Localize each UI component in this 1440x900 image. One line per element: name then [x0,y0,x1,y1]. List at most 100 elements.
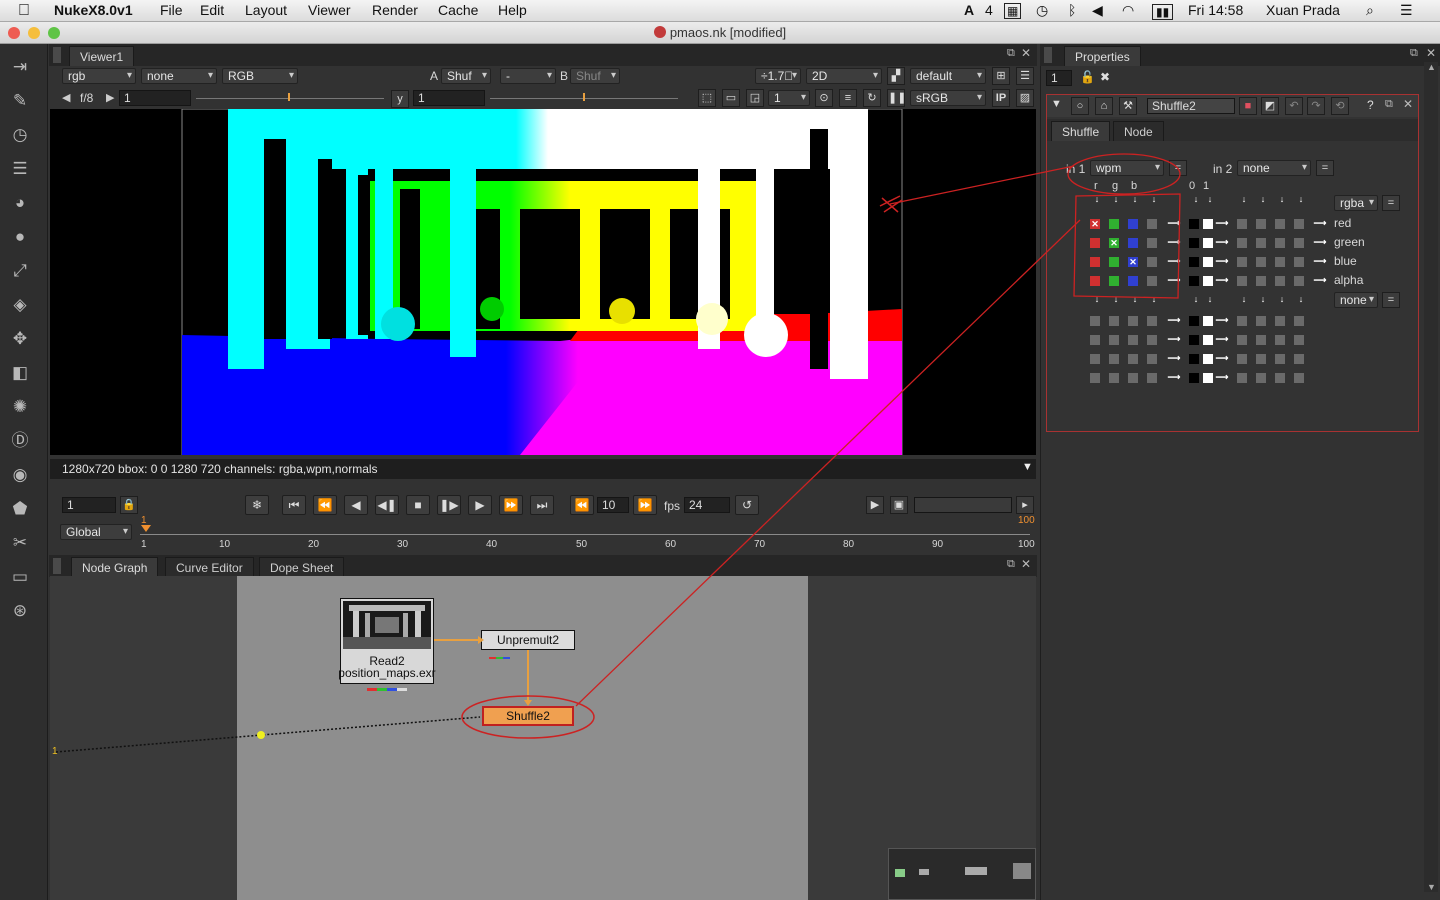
keyboard-icon[interactable]: ▦ [1004,3,1022,19]
channel-toggle[interactable] [1128,335,1138,345]
timeline[interactable]: 1 100 1 10 20 30 40 50 60 70 80 90 100 [140,515,1035,550]
channel-toggle[interactable] [1237,238,1247,248]
center-node-icon[interactable]: ⌂ [1095,97,1113,115]
properties-scrollbar[interactable]: ▲ ▼ [1424,62,1438,892]
channel-toggle[interactable] [1237,316,1247,326]
channel-toggle[interactable] [1275,257,1285,267]
render-icon[interactable]: ▣ [890,496,908,514]
channel-toggle[interactable] [1294,219,1304,229]
channel-toggle[interactable] [1147,276,1157,286]
bluetooth-icon[interactable]: ᛒ [1068,2,1076,18]
gamma-field[interactable]: 1 [413,90,485,106]
spotlight-icon[interactable]: ⌕ [1366,2,1374,19]
in2-dropdown[interactable]: none [1237,160,1311,176]
keyer-icon[interactable]: ⤢ [9,260,31,282]
scroll-down-icon[interactable]: ▼ [1427,882,1436,892]
channel-toggle[interactable] [1147,354,1157,364]
channel-toggle[interactable] [1090,316,1100,326]
tab-properties[interactable]: Properties [1064,46,1141,66]
tab-node-graph[interactable]: Node Graph [71,557,159,577]
channel-toggle[interactable] [1090,257,1100,267]
next-keyframe-button[interactable]: ⏩ [499,495,523,515]
tab-shuffle[interactable]: Shuffle [1051,121,1111,141]
clock[interactable]: Fri 14:58 [1188,2,1243,18]
play-forward-button[interactable]: ❚▶ [437,495,461,515]
channel-toggle-checked[interactable]: ✕ [1109,238,1119,248]
channel-toggle[interactable] [1256,316,1266,326]
channel-toggle[interactable] [1294,373,1304,383]
channel-toggle[interactable] [1109,257,1119,267]
proxy-icon[interactable]: ◲ [746,89,764,107]
channel-toggle[interactable] [1128,373,1138,383]
gain-slider[interactable] [196,98,384,99]
pause-render-icon[interactable]: ⊙ [815,89,833,107]
channel-toggle[interactable] [1256,354,1266,364]
refresh-icon[interactable]: ≡ [839,89,857,107]
channel-toggle[interactable] [1147,238,1157,248]
node-gl-color-icon[interactable]: ◩ [1261,97,1279,115]
channel-toggle[interactable] [1237,276,1247,286]
range-mode-dropdown[interactable]: Global [60,524,132,540]
channel-toggle[interactable] [1128,276,1138,286]
step-forward-button[interactable]: ⏩ [633,495,657,515]
viewer-node-icon[interactable]: ○ [1071,97,1089,115]
channel-toggle[interactable] [1090,276,1100,286]
ng-panel-grip[interactable] [53,558,61,574]
other-icon[interactable]: ⊛ [9,600,31,622]
output2-equal-button[interactable]: = [1382,292,1400,308]
menu-help[interactable]: Help [498,2,527,18]
channel-icon[interactable]: ☰ [9,158,31,180]
in2-equal-button[interactable]: = [1316,160,1334,176]
flipbook-icon[interactable]: ▶ [866,496,884,514]
wipe-icon[interactable]: ▨ [1016,89,1034,107]
channel-toggle[interactable] [1256,219,1266,229]
tab-viewer1[interactable]: Viewer1 [69,46,135,66]
black-toggle[interactable] [1189,373,1199,383]
channel-toggle[interactable] [1275,238,1285,248]
prev-frame-button[interactable]: ◀ [344,495,368,515]
menu-layout[interactable]: Layout [245,2,287,18]
channel-toggle[interactable] [1294,316,1304,326]
fps-field[interactable]: 24 [684,497,730,513]
float-panel-icon[interactable]: ⧉ [1007,47,1015,60]
channel-toggle[interactable] [1147,316,1157,326]
black-toggle[interactable] [1189,219,1199,229]
snowflake-icon[interactable]: ❄ [245,495,269,515]
channel-toggle[interactable] [1275,316,1285,326]
apple-icon[interactable]:  [18,2,30,20]
channel-toggle[interactable] [1090,335,1100,345]
redo-icon[interactable]: ↷ [1307,97,1325,115]
play-backward-button[interactable]: ◀❚ [375,495,399,515]
channel-toggle[interactable] [1090,354,1100,364]
particles-icon[interactable]: ✺ [9,396,31,418]
channel-toggle[interactable] [1109,335,1119,345]
display-channel-dropdown[interactable]: RGB [222,68,298,84]
menu-edit[interactable]: Edit [200,2,224,18]
node-color-icon[interactable]: ■ [1239,97,1257,115]
region-icon[interactable]: ▭ [722,89,740,107]
channel-toggle[interactable] [1237,354,1247,364]
gain-field[interactable]: 1 [119,90,191,106]
channel-toggle[interactable] [1090,373,1100,383]
matte-dropdown[interactable]: none [141,68,217,84]
channel-toggle[interactable] [1128,316,1138,326]
wrench-icon[interactable]: ⚒ [1119,97,1137,115]
menu-file[interactable]: File [160,2,183,18]
undo-icon[interactable]: ↶ [1285,97,1303,115]
lock-panels-icon[interactable]: 🔓 [1080,70,1095,84]
color-icon[interactable]: ◕ [9,192,31,214]
paint-icon[interactable]: ✎ [9,90,31,112]
channel-toggle[interactable] [1294,335,1304,345]
channel-toggle[interactable] [1147,335,1157,345]
step-back-button[interactable]: ⏪ [570,495,594,515]
lut-dropdown[interactable]: default [910,68,986,84]
clip-warning-icon[interactable]: ⬚ [698,89,716,107]
output1-equal-button[interactable]: = [1382,195,1400,211]
channel-toggle[interactable] [1294,354,1304,364]
fstop-right-arrow-icon[interactable]: ▶ [106,91,114,104]
channel-set-dropdown[interactable]: rgb [62,68,136,84]
info-expand-icon[interactable]: ▼ [1022,461,1033,473]
first-frame-button[interactable]: ⏮ [282,495,306,515]
navigator[interactable] [888,848,1036,900]
update-icon[interactable]: ↻ [863,89,881,107]
